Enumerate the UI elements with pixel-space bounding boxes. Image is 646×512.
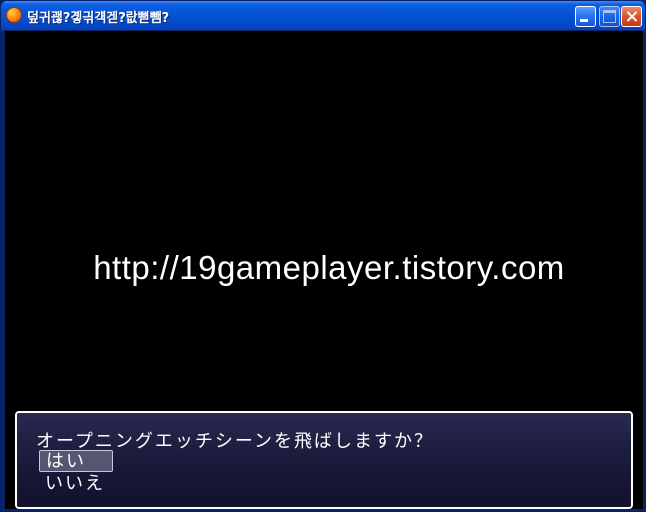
game-canvas[interactable]: http://19gameplayer.tistory.com オープニングエッ… bbox=[5, 31, 643, 509]
choice-dialog: オープニングエッチシーンを飛ばしますか？ はい いいえ bbox=[15, 411, 633, 509]
minimize-button[interactable] bbox=[575, 6, 596, 27]
choice-no[interactable]: いいえ bbox=[39, 473, 113, 495]
choice-yes[interactable]: はい bbox=[39, 450, 113, 472]
title-bar[interactable]: 덮귀괞?곟긖걕겓?랎뼏뺌? bbox=[1, 1, 645, 30]
close-button[interactable] bbox=[621, 6, 642, 27]
window-title: 덮귀괞?곟긖걕겓?랎뼏뺌? bbox=[27, 11, 170, 26]
game-window: 덮귀괞?곟긖걕겓?랎뼏뺌? http://19gameplayer.tistor… bbox=[0, 0, 646, 512]
app-icon[interactable] bbox=[6, 7, 22, 23]
maximize-button bbox=[599, 6, 620, 27]
watermark-url: http://19gameplayer.tistory.com bbox=[93, 249, 565, 286]
